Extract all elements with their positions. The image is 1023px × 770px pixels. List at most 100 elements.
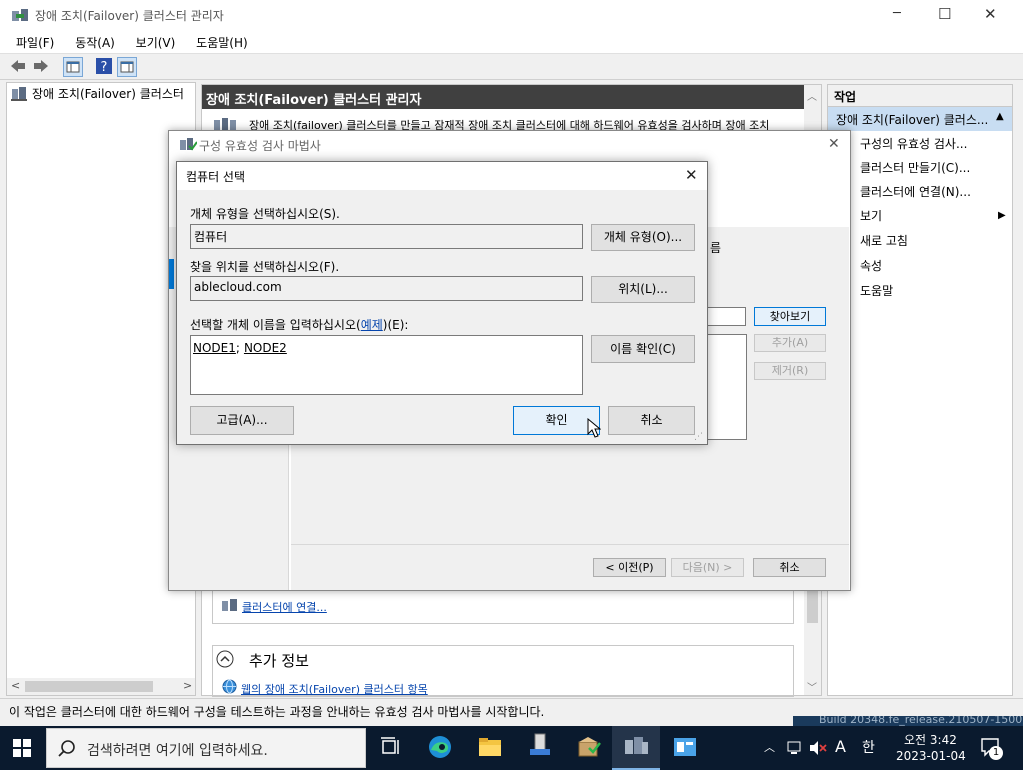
search-placeholder: 검색하려면 여기에 입력하세요.: [87, 743, 268, 759]
collapse-icon[interactable]: [216, 650, 234, 668]
wizard-title: 구성 유효성 검사 마법사: [199, 139, 321, 153]
action-help[interactable]: 도움말: [828, 279, 1011, 303]
connect-cluster-icon: [222, 599, 238, 613]
remove-button[interactable]: 제거(R): [754, 362, 826, 380]
location-button[interactable]: 위치(L)...: [591, 276, 695, 303]
task-view-icon[interactable]: [378, 734, 404, 760]
network-icon[interactable]: [787, 740, 803, 756]
desktop-strip: Build 20348.fe_release.210507-1500: [793, 716, 1023, 726]
location-field: ablecloud.com: [190, 276, 583, 301]
search-icon: [58, 740, 76, 758]
globe-icon: [222, 679, 237, 694]
window-title: 장애 조치(Failover) 클러스터 관리자: [35, 9, 224, 23]
tree-hscrollbar[interactable]: < >: [7, 678, 195, 695]
taskbar-search-box[interactable]: 검색하려면 여기에 입력하세요.: [46, 728, 366, 768]
action-refresh[interactable]: 새로 고침: [828, 229, 1011, 253]
scroll-down-icon[interactable]: ﹀: [807, 679, 817, 694]
more-info-link[interactable]: 웹의 장애 조치(Failover) 클러스터 항목: [241, 681, 428, 697]
toolbar: [0, 53, 1023, 80]
dialog-title: 컴퓨터 선택: [186, 170, 246, 184]
advanced-button[interactable]: 고급(A)...: [190, 406, 294, 435]
ime-mode[interactable]: 한: [862, 737, 875, 757]
tray-overflow-icon[interactable]: ︿: [764, 739, 775, 755]
next-button[interactable]: 다음(N) >: [671, 558, 744, 577]
notification-badge: 1: [989, 746, 1003, 760]
clock-time[interactable]: 오전 3:42: [904, 731, 957, 748]
tree-root-item[interactable]: 장애 조치(Failover) 클러스터: [32, 85, 184, 102]
name-node1[interactable]: NODE1: [193, 341, 236, 355]
ime-letter[interactable]: A: [835, 737, 846, 756]
wizard-cancel-button[interactable]: 취소: [753, 558, 826, 577]
menu-file[interactable]: 파일(F): [16, 36, 54, 50]
taskbar: 검색하려면 여기에 입력하세요. ︿ A 한 오전 3:42 2023-01-0…: [0, 726, 1023, 770]
resize-grip-icon[interactable]: ⋰: [694, 432, 703, 442]
name-node2[interactable]: NODE2: [244, 341, 287, 355]
dialog-close-icon[interactable]: ✕: [685, 166, 698, 184]
wizard-selected-list[interactable]: [707, 334, 747, 440]
forward-arrow-icon[interactable]: [32, 57, 50, 75]
check-names-button[interactable]: 이름 확인(C): [591, 335, 695, 363]
center-header-title: 장애 조치(Failover) 클러스터 관리자: [206, 93, 422, 108]
names-label: 선택할 개체 이름을 입력하십시오(예제)(E):: [190, 316, 408, 333]
maximize-button[interactable]: ☐: [938, 5, 951, 23]
dialog-cancel-button[interactable]: 취소: [608, 406, 695, 435]
scroll-up-icon[interactable]: ︿: [807, 88, 817, 103]
wizard-name-input[interactable]: [707, 307, 746, 326]
scroll-right-icon[interactable]: >: [183, 679, 192, 692]
scroll-thumb[interactable]: [25, 681, 153, 692]
actions-group-title: 장애 조치(Failover) 클러스...: [836, 113, 989, 127]
examples-link[interactable]: 예제: [361, 318, 383, 332]
menu-view[interactable]: 보기(V): [136, 36, 176, 50]
collapse-up-icon[interactable]: ▲: [996, 111, 1004, 122]
back-arrow-icon[interactable]: [9, 57, 27, 75]
connect-cluster-link[interactable]: 클러스터에 연결...: [242, 599, 327, 615]
control-panel-icon[interactable]: [672, 734, 698, 760]
submenu-arrow-icon: ▶: [998, 210, 1006, 221]
object-type-button[interactable]: 개체 유형(O)...: [591, 224, 695, 251]
location-label: 찾을 위치를 선택하십시오(F).: [190, 260, 340, 274]
actions-header: 작업: [828, 85, 1012, 107]
browse-button[interactable]: 찾아보기: [754, 307, 826, 326]
package-app-icon[interactable]: [576, 734, 602, 760]
action-connect-cluster[interactable]: 클러스터에 연결(N)...: [828, 180, 1011, 204]
mouse-cursor-icon: [587, 417, 602, 439]
action-properties[interactable]: 속성: [828, 254, 1011, 278]
clock-date[interactable]: 2023-01-04: [896, 749, 966, 763]
object-type-field: 컴퓨터: [190, 224, 583, 249]
failover-cluster-taskbar-icon[interactable]: [623, 734, 649, 760]
edge-browser-icon[interactable]: [427, 734, 453, 760]
action-view[interactable]: 보기 ▶: [828, 204, 1011, 228]
console-tree-icon[interactable]: [63, 57, 83, 77]
action-validate[interactable]: 구성의 유효성 검사...: [828, 132, 1011, 156]
wizard-icon: [179, 137, 198, 153]
actions-header-title: 작업: [834, 90, 857, 104]
scroll-left-icon[interactable]: <: [11, 679, 20, 692]
svg-text:?: ?: [101, 60, 108, 75]
wizard-step-selected: [169, 259, 174, 289]
cluster-app-icon: [12, 8, 29, 23]
action-create-cluster[interactable]: 클러스터 만들기(C)...: [828, 156, 1011, 180]
prev-button[interactable]: < 이전(P): [593, 558, 666, 577]
server-manager-icon[interactable]: [527, 732, 553, 758]
dialog-title-bar: 컴퓨터 선택 ✕: [177, 162, 707, 190]
names-label-suffix: )(E):: [382, 318, 409, 332]
windows-start-icon[interactable]: [13, 739, 31, 757]
menu-help[interactable]: 도움말(H): [196, 36, 248, 50]
minimize-button[interactable]: ─: [893, 6, 901, 21]
close-button[interactable]: ✕: [984, 5, 997, 23]
object-type-label: 개체 유형을 선택하십시오(S).: [190, 207, 340, 221]
help-icon[interactable]: ?: [95, 57, 113, 75]
object-names-textarea[interactable]: NODE1; NODE2: [190, 335, 583, 395]
actions-group-header[interactable]: 장애 조치(Failover) 클러스... ▲: [828, 107, 1012, 131]
title-bar: 장애 조치(Failover) 클러스터 관리자 ─ ☐ ✕: [0, 0, 1023, 31]
action-view-label: 보기: [860, 209, 883, 223]
add-button[interactable]: 추가(A): [754, 334, 826, 352]
file-explorer-icon[interactable]: [477, 734, 503, 760]
action-pane-icon[interactable]: [117, 57, 137, 77]
wizard-behind-text: 름: [710, 241, 722, 255]
volume-muted-icon[interactable]: [809, 740, 827, 756]
more-info-title: 추가 정보: [249, 652, 309, 670]
menu-bar: 파일(F) 동작(A) 보기(V) 도움말(H): [0, 31, 1023, 53]
wizard-close-icon[interactable]: ✕: [828, 136, 840, 152]
menu-action[interactable]: 동작(A): [75, 36, 115, 50]
